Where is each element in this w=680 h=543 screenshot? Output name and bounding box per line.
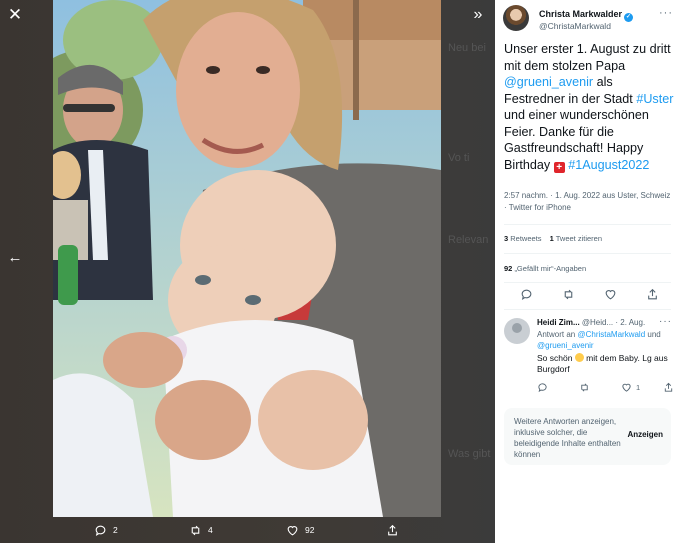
- tweet-timestamp[interactable]: 2:57 nachm. · 1. Aug. 2022 aus Uster, Sc…: [504, 190, 674, 214]
- background-text: Relevan: [448, 234, 489, 246]
- media-reply-count: 2: [113, 525, 118, 535]
- quotes-count: 1: [549, 234, 554, 243]
- author-name-text: Christa Markwalder: [539, 9, 623, 19]
- media-viewer: Neu bei Vo ti Relevan Was gibt ✕ » ← 2 4…: [0, 0, 495, 543]
- avatar[interactable]: [503, 5, 529, 31]
- retweet-icon: [581, 383, 588, 392]
- reply-handle-date[interactable]: @Heid... · 2. Aug.: [582, 318, 645, 327]
- tweet-text-part: Unser erster 1. August zu dritt mit dem …: [504, 42, 671, 73]
- retweets-count: 3: [504, 234, 509, 243]
- hidden-replies-box: Weitere Antworten anzeigen, inklusive so…: [504, 408, 671, 465]
- media-like-button[interactable]: 92: [286, 522, 314, 538]
- like-button[interactable]: [604, 288, 618, 302]
- media-action-bar: 2 4 92: [53, 517, 441, 543]
- reply-button[interactable]: [537, 382, 548, 393]
- share-button[interactable]: [646, 288, 660, 302]
- reply-like-count: 1: [636, 383, 641, 392]
- expand-icon[interactable]: »: [466, 4, 490, 26]
- background-text: Vo ti: [448, 152, 470, 164]
- divider: [504, 309, 671, 310]
- like-button[interactable]: 1: [621, 382, 640, 393]
- more-options-icon[interactable]: ···: [659, 316, 672, 327]
- tweet-panel: Christa Markwalder ✓ @ChristaMarkwald ···…: [495, 0, 680, 543]
- close-icon[interactable]: ✕: [4, 4, 26, 26]
- divider: [504, 224, 671, 225]
- hashtag-link[interactable]: #Uster: [636, 92, 673, 106]
- quotes-label: Tweet zitieren: [555, 234, 603, 243]
- reply-header: Heidi Zim... @Heid... · 2. Aug.: [537, 318, 645, 327]
- arrow-left-icon[interactable]: ←: [3, 246, 27, 270]
- mention-link[interactable]: @grueni_avenir: [504, 75, 593, 89]
- likes-count: 92: [504, 264, 513, 273]
- share-icon: [388, 524, 397, 535]
- divider: [504, 282, 671, 283]
- smile-emoji-icon: [574, 353, 584, 362]
- media-retweet-count: 4: [208, 525, 213, 535]
- retweets-stat[interactable]: 3 Retweets: [504, 234, 542, 243]
- reply-text: So schön mit dem Baby. Lg aus Burgdorf: [537, 353, 672, 375]
- share-button[interactable]: [663, 382, 674, 393]
- verified-badge-icon: ✓: [624, 13, 634, 22]
- tweet-text: Unser erster 1. August zu dritt mit dem …: [504, 41, 676, 173]
- media-reply-button[interactable]: 2: [94, 522, 118, 538]
- heart-icon: [605, 290, 616, 300]
- reply-icon: [521, 289, 532, 300]
- tweet-header: Christa Markwalder ✓ @ChristaMarkwald ···: [503, 5, 673, 33]
- tweet-photo[interactable]: [53, 0, 441, 517]
- likes-label: „Gefällt mir“-Angaben: [514, 264, 587, 273]
- tweet-actions: [504, 288, 671, 306]
- share-icon: [648, 288, 657, 300]
- reply-to-conjunction: und: [645, 330, 661, 339]
- media-retweet-button[interactable]: 4: [189, 522, 213, 538]
- photo-illustration: [53, 0, 441, 517]
- mention-link[interactable]: @grueni_avenir: [537, 341, 594, 350]
- reply-author-name[interactable]: Heidi Zim...: [537, 318, 580, 327]
- quotes-stat[interactable]: 1 Tweet zitieren: [550, 234, 602, 243]
- reply-button[interactable]: [520, 288, 534, 302]
- heart-icon: [622, 383, 631, 392]
- hidden-replies-text: Weitere Antworten anzeigen, inklusive so…: [514, 417, 621, 459]
- retweets-label: Retweets: [510, 234, 542, 243]
- more-options-icon[interactable]: ···: [659, 7, 673, 19]
- reply-icon: [538, 383, 547, 393]
- likes-stat[interactable]: 92 „Gefällt mir“-Angaben: [504, 264, 586, 273]
- media-share-button[interactable]: [386, 522, 399, 538]
- reply-to-prefix: Antwort an: [537, 330, 578, 339]
- retweet-button[interactable]: [562, 288, 576, 302]
- reply-icon: [95, 525, 106, 536]
- background-text: Was gibt: [448, 448, 491, 460]
- background-text: Neu bei: [448, 42, 486, 54]
- tweet-stats-row: 3 Retweets 1 Tweet zitieren: [504, 234, 608, 243]
- show-hidden-replies-button[interactable]: Anzeigen: [627, 430, 663, 439]
- media-like-count: 92: [305, 525, 315, 535]
- retweet-button[interactable]: [579, 382, 590, 393]
- divider: [504, 253, 671, 254]
- retweet-icon: [564, 289, 573, 300]
- author-handle[interactable]: @ChristaMarkwald: [539, 21, 611, 31]
- reply-tweet[interactable]: Heidi Zim... @Heid... · 2. Aug. ··· Antw…: [504, 316, 674, 400]
- mention-link[interactable]: @ChristaMarkwald: [577, 330, 645, 339]
- swiss-flag-icon: +: [553, 161, 565, 173]
- avatar[interactable]: [504, 318, 530, 344]
- heart-icon: [287, 525, 298, 535]
- reply-actions: 1: [537, 382, 677, 396]
- share-icon: [664, 382, 673, 392]
- hashtag-link[interactable]: #1August2022: [568, 158, 649, 172]
- reply-text-part: So schön: [537, 353, 575, 363]
- retweet-icon: [191, 525, 200, 535]
- reply-to-line: Antwort an @ChristaMarkwald und @grueni_…: [537, 330, 672, 351]
